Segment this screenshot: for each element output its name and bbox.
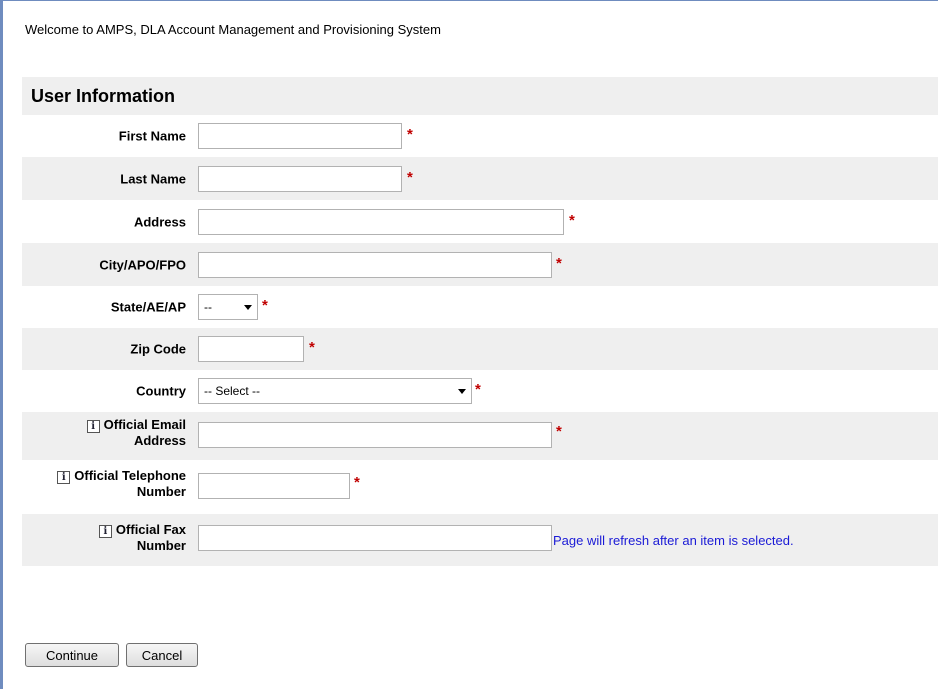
last-name-input[interactable]	[198, 165, 402, 192]
telephone-input[interactable]	[198, 473, 350, 499]
first-name-input[interactable]	[198, 123, 402, 149]
form-row-fax: i Official Fax Number Page will refresh a…	[22, 514, 938, 566]
chevron-down-icon	[458, 389, 466, 394]
continue-button[interactable]: Continue	[25, 643, 119, 667]
telephone-label-line1: Official Telephone	[74, 468, 186, 483]
chevron-down-icon	[244, 305, 252, 310]
email-label-line2: Address	[133, 433, 186, 448]
required-marker: *	[262, 296, 268, 314]
telephone-label: i Official Telephone Number	[22, 468, 186, 499]
last-name-label: Last Name	[120, 171, 186, 186]
form-row-state: State/AE/AP -- *	[22, 286, 938, 328]
required-marker: *	[556, 254, 562, 272]
info-icon[interactable]: i	[98, 525, 112, 538]
state-label: State/AE/AP	[110, 299, 186, 315]
required-marker: *	[475, 380, 481, 398]
country-label: Country	[136, 383, 186, 399]
welcome-text: Welcome to AMPS, DLA Account Management …	[25, 22, 441, 37]
country-selected-value: -- Select --	[204, 384, 261, 398]
form-row-zip: Zip Code *	[22, 328, 938, 370]
refresh-note: Page will refresh after an item is selec…	[553, 533, 794, 548]
form-row-city: City/APO/FPO *	[22, 243, 938, 286]
required-marker: *	[407, 125, 413, 143]
zip-input[interactable]	[198, 336, 304, 362]
fax-label-line2: Number	[136, 538, 186, 553]
telephone-label-line2: Number	[136, 484, 186, 499]
required-marker: *	[309, 338, 315, 356]
required-marker: *	[407, 168, 413, 186]
city-input[interactable]	[198, 251, 552, 278]
section-title: User Information	[22, 77, 938, 115]
zip-label: Zip Code	[130, 341, 186, 357]
required-marker: *	[556, 423, 562, 440]
form-row-address: Address *	[22, 200, 938, 243]
form-row-telephone: i Official Telephone Number *	[22, 460, 938, 514]
state-select[interactable]: --	[198, 294, 258, 320]
fax-input[interactable]	[198, 525, 552, 551]
form-row-email: i Official Email Address *	[22, 412, 938, 460]
required-marker: *	[354, 474, 360, 491]
first-name-label: First Name	[118, 128, 186, 144]
fax-label-line1: Official Fax	[115, 522, 186, 537]
form-row-country: Country -- Select -- *	[22, 370, 938, 412]
address-label: Address	[133, 214, 186, 229]
email-label: i Official Email Address	[22, 417, 186, 448]
email-label-line1: Official Email	[103, 417, 186, 432]
state-selected-value: --	[204, 300, 212, 314]
info-icon[interactable]: i	[86, 420, 100, 433]
email-input[interactable]	[198, 422, 552, 448]
cancel-button[interactable]: Cancel	[126, 643, 198, 667]
fax-label: i Official Fax Number	[22, 522, 186, 553]
required-marker: *	[569, 211, 575, 229]
address-input[interactable]	[198, 208, 564, 235]
country-select[interactable]: -- Select --	[198, 378, 472, 404]
info-icon[interactable]: i	[57, 471, 71, 484]
form-row-first-name: First Name *	[22, 115, 938, 157]
form-row-last-name: Last Name *	[22, 157, 938, 200]
city-label: City/APO/FPO	[99, 257, 186, 272]
